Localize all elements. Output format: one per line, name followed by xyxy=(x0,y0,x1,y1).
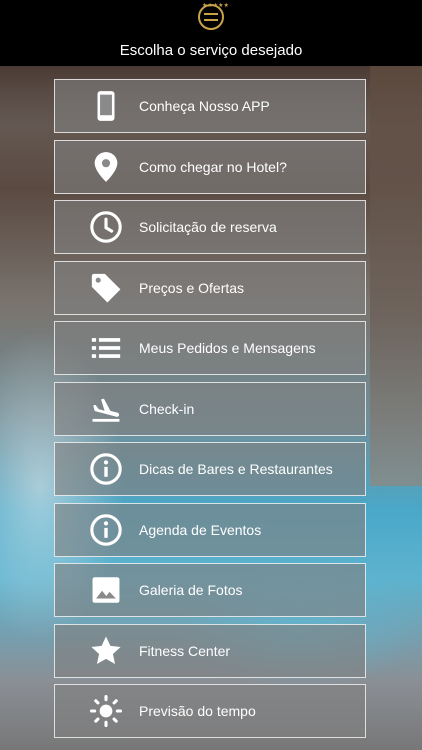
menu-item-como-chegar[interactable]: Como chegar no Hotel? xyxy=(54,139,366,194)
menu-item-label: Como chegar no Hotel? xyxy=(139,158,287,175)
info-icon xyxy=(89,513,123,547)
menu-item-label: Fitness Center xyxy=(139,642,231,659)
tag-icon xyxy=(89,271,123,305)
hotel-logo-icon: ★★★★★ xyxy=(198,3,229,30)
sun-icon xyxy=(89,694,123,728)
airplane-landing-icon xyxy=(89,392,123,426)
info-icon xyxy=(89,452,123,486)
background-wall xyxy=(370,66,422,486)
menu-item-label: Conheça Nosso APP xyxy=(139,98,270,114)
page-title: Escolha o serviço desejado xyxy=(119,42,303,59)
menu-item-dicas-bares[interactable]: Dicas de Bares e Restaurantes xyxy=(54,442,366,496)
menu-item-label: Dicas de Bares e Restaurantes xyxy=(139,461,333,477)
services-menu: Conheça Nosso APP Como chegar no Hotel? … xyxy=(54,79,366,745)
star-icon xyxy=(89,634,123,668)
menu-item-label: Check-in xyxy=(139,400,195,417)
phone-icon xyxy=(89,89,123,123)
clock-icon xyxy=(89,210,123,244)
menu-item-previsao-tempo[interactable]: Previsão do tempo xyxy=(54,684,366,738)
menu-item-agenda-eventos[interactable]: Agenda de Eventos xyxy=(54,502,366,557)
image-icon xyxy=(89,573,123,607)
menu-item-meus-pedidos[interactable]: Meus Pedidos e Mensagens xyxy=(54,321,366,375)
menu-item-precos-ofertas[interactable]: Preços e Ofertas xyxy=(54,260,366,315)
menu-item-galeria-fotos[interactable]: Galeria de Fotos xyxy=(54,563,366,617)
menu-item-fitness-center[interactable]: Fitness Center xyxy=(54,623,366,678)
menu-item-check-in[interactable]: Check-in xyxy=(54,381,366,436)
list-icon xyxy=(89,331,123,365)
location-pin-icon xyxy=(89,150,123,184)
menu-item-label: Agenda de Eventos xyxy=(139,521,262,538)
menu-item-label: Previsão do tempo xyxy=(139,703,256,719)
menu-item-label: Meus Pedidos e Mensagens xyxy=(139,340,316,356)
menu-item-solicitacao-reserva[interactable]: Solicitação de reserva xyxy=(54,200,366,254)
app-header: ★★★★★ Escolha o serviço desejado xyxy=(0,0,422,66)
menu-item-label: Solicitação de reserva xyxy=(139,219,277,235)
menu-item-conheca-app[interactable]: Conheça Nosso APP xyxy=(54,79,366,133)
menu-item-label: Preços e Ofertas xyxy=(139,279,245,296)
menu-item-label: Galeria de Fotos xyxy=(139,582,243,598)
